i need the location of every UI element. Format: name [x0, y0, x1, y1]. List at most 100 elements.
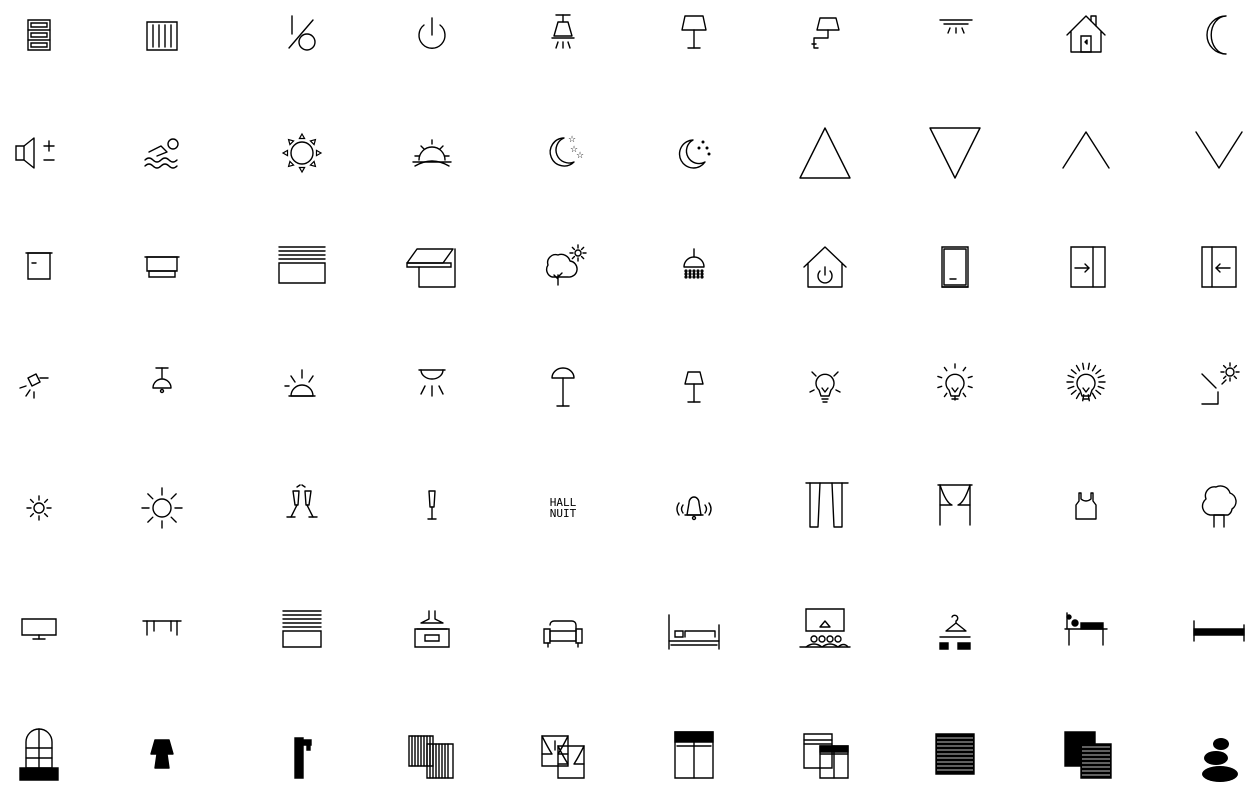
ceiling-light-bar-icon — [920, 0, 990, 70]
bulb-brightest-icon — [1051, 352, 1121, 422]
power-icon — [397, 0, 467, 70]
house-power-icon-graphic — [790, 233, 860, 303]
curtains-open-icon — [920, 473, 990, 543]
sun-large-icon-graphic — [127, 473, 197, 543]
sliding-door-left-icon — [1184, 233, 1247, 303]
pendant-lamp-icon-graphic — [127, 352, 197, 422]
ceiling-lamp-icon — [528, 0, 598, 70]
curtains-closed-icon — [790, 473, 860, 543]
bed-simple-icon — [1184, 595, 1247, 665]
blind-small-icon — [4, 233, 74, 303]
table-icon — [127, 595, 197, 665]
cinema-icon-graphic — [790, 595, 860, 665]
sun-large-icon — [127, 473, 197, 543]
tank-top-icon — [1051, 473, 1121, 543]
stones-icon — [1184, 720, 1247, 790]
tap-icon — [267, 720, 337, 790]
kitchen-hood-icon-graphic — [397, 595, 467, 665]
awning-icon — [397, 233, 467, 303]
shutter-half-icon — [267, 595, 337, 665]
curtains-open-icon-graphic — [920, 473, 990, 543]
bulb-bright-icon — [920, 352, 990, 422]
tree-icon-graphic — [1184, 473, 1247, 543]
champagne-glass-icon — [397, 473, 467, 543]
roller-shutter-icon — [267, 233, 337, 303]
chevron-up-icon-graphic — [1051, 118, 1121, 188]
wall-lamp-icon — [790, 0, 860, 70]
kitchen-hood-icon — [397, 595, 467, 665]
triangle-down-icon — [920, 118, 990, 188]
tree-sun-icon — [528, 233, 598, 303]
shower-icon-graphic — [659, 233, 729, 303]
sliding-door-right-icon — [1051, 233, 1121, 303]
bulb-icon — [790, 352, 860, 422]
wall-lamp-icon-graphic — [790, 0, 860, 70]
wardrobe-icon — [920, 595, 990, 665]
curtain-window-icon-graphic — [528, 720, 598, 790]
blind-small-icon-graphic — [4, 233, 74, 303]
cinema-icon — [790, 595, 860, 665]
crescent-moon-icon-graphic — [1184, 0, 1247, 70]
champagne-glass-icon-graphic — [397, 473, 467, 543]
wardrobe-icon-graphic — [920, 595, 990, 665]
house-door-icon — [1051, 0, 1121, 70]
shutters-pair-icon-graphic — [1051, 720, 1121, 790]
table-icon-graphic — [127, 595, 197, 665]
windows-pair-icon — [790, 720, 860, 790]
sun-icon — [267, 118, 337, 188]
percent-icon — [267, 0, 337, 70]
chevron-down-icon — [1184, 118, 1247, 188]
chevron-up-icon — [1051, 118, 1121, 188]
roller-shutter-icon-graphic — [267, 233, 337, 303]
tank-top-icon-graphic — [1051, 473, 1121, 543]
chevron-down-icon-graphic — [1184, 118, 1247, 188]
shower-icon — [659, 233, 729, 303]
bulb-brightest-icon-graphic — [1051, 352, 1121, 422]
volume-plus-minus-icon-graphic — [4, 118, 74, 188]
curtain-window-icon — [528, 720, 598, 790]
house-door-icon-graphic — [1051, 0, 1121, 70]
champagne-toast-icon-graphic — [267, 473, 337, 543]
sun-icon-graphic — [267, 118, 337, 188]
floor-lamp-umbrella-icon — [528, 352, 598, 422]
stones-icon-graphic — [1202, 738, 1238, 782]
window-shutter-icon — [659, 720, 729, 790]
balcony-window-icon — [4, 720, 74, 790]
hall-nuit-label: HALL NUIT — [528, 473, 598, 543]
percent-icon-graphic — [267, 0, 337, 70]
table-lamp-icon — [659, 0, 729, 70]
dome-light-icon — [267, 352, 337, 422]
sunrise-icon — [397, 118, 467, 188]
sliding-door-left-icon-graphic — [1184, 233, 1247, 303]
sheer-curtains-icon — [397, 720, 467, 790]
icon-grid: ☆ ☆ ☆ HALL NUIT — [0, 0, 1247, 792]
massage-table-icon — [1051, 595, 1121, 665]
spotlight-icon-graphic — [4, 352, 74, 422]
floor-lamp-icon — [659, 352, 729, 422]
champagne-toast-icon — [267, 473, 337, 543]
moon-night-icon — [659, 118, 729, 188]
sliding-door-right-icon-graphic — [1051, 233, 1121, 303]
balcony-window-icon-graphic — [4, 720, 74, 790]
power-icon-graphic — [397, 0, 467, 70]
radiator-icon — [127, 0, 197, 70]
armchair-icon — [528, 595, 598, 665]
tree-icon — [1184, 473, 1247, 543]
ceiling-light-bar-icon-graphic — [920, 0, 990, 70]
outdoor-light-icon-graphic — [1184, 352, 1247, 422]
awning-icon-graphic — [397, 233, 467, 303]
dome-light-icon-graphic — [267, 352, 337, 422]
blind-box-icon — [127, 233, 197, 303]
shutter-panel-icon — [4, 0, 74, 70]
ceiling-spot-icon-graphic — [397, 352, 467, 422]
swimmer-icon-graphic — [127, 118, 197, 188]
door-icon — [920, 233, 990, 303]
radiator-icon-graphic — [127, 0, 197, 70]
house-power-icon — [790, 233, 860, 303]
tap-icon-graphic — [267, 720, 337, 790]
door-icon-graphic — [920, 233, 990, 303]
tree-sun-icon-graphic — [528, 233, 598, 303]
floor-lamp-umbrella-icon-graphic — [528, 352, 598, 422]
bed-simple-icon-graphic — [1184, 595, 1247, 665]
lamp-solid-icon — [127, 720, 197, 790]
